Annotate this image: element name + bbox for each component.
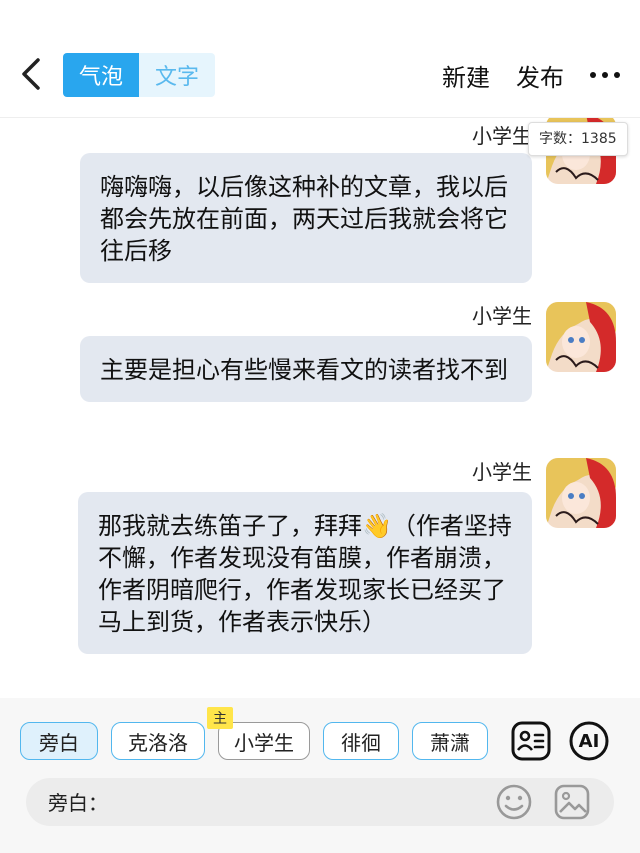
- avatar[interactable]: [546, 302, 616, 372]
- image-icon[interactable]: [552, 782, 592, 822]
- role-chip[interactable]: 萧潇: [412, 722, 488, 760]
- role-selector: 旁白 克洛洛 主 小学生 徘徊 萧潇: [20, 707, 501, 760]
- role-chip-label: 徘徊: [341, 730, 381, 755]
- main-role-tag: 主: [207, 707, 233, 729]
- role-chip-label: 旁白: [39, 730, 79, 755]
- back-arrow-icon[interactable]: [14, 54, 50, 94]
- tab-bubble[interactable]: 气泡: [63, 53, 139, 97]
- message-input-bar: 旁白：: [26, 778, 614, 826]
- publish-button[interactable]: 发布: [516, 58, 564, 93]
- speaker-name: 小学生: [472, 124, 532, 148]
- anime-girl-avatar-icon: [546, 302, 616, 372]
- chat-message: 小学生 那我就去练笛子了，拜拜👋（作者坚持不懈，作者发现没有笛膜，作者崩溃，作者…: [0, 454, 640, 694]
- avatar[interactable]: [546, 458, 616, 528]
- more-icon[interactable]: [590, 55, 620, 95]
- role-chip[interactable]: 主 小学生: [207, 707, 310, 760]
- ai-label: AI: [578, 730, 600, 752]
- speaker-name: 小学生: [472, 304, 532, 328]
- message-bubble[interactable]: 那我就去练笛子了，拜拜👋（作者坚持不懈，作者发现没有笛膜，作者崩溃，作者阴暗爬行…: [78, 492, 532, 654]
- role-chip-label: 小学生: [234, 730, 294, 755]
- message-bubble[interactable]: 主要是担心有些慢来看文的读者找不到: [80, 336, 532, 402]
- tab-text[interactable]: 文字: [139, 53, 215, 97]
- top-bar: 气泡 文字 新建 发布: [0, 0, 640, 118]
- top-actions: 新建 发布: [416, 55, 620, 95]
- composer-panel: 旁白 克洛洛 主 小学生 徘徊 萧潇 AI 旁白：: [0, 698, 640, 853]
- message-bubble[interactable]: 嗨嗨嗨，以后像这种补的文章，我以后都会先放在前面，两天过后我就会将它往后移: [80, 153, 532, 283]
- character-card-icon[interactable]: [510, 720, 552, 762]
- ai-button[interactable]: AI: [568, 720, 610, 762]
- anime-girl-avatar-icon: [546, 458, 616, 528]
- new-button[interactable]: 新建: [442, 58, 490, 93]
- chat-message: 小学生 主要是担心有些慢来看文的读者找不到: [0, 298, 640, 438]
- word-count-badge: 字数：1385: [528, 122, 628, 156]
- message-input[interactable]: [110, 784, 490, 820]
- role-chip[interactable]: 旁白: [20, 722, 98, 760]
- role-chip[interactable]: 徘徊: [323, 722, 399, 760]
- role-chip-label: 萧潇: [430, 730, 470, 755]
- role-chip[interactable]: 克洛洛: [111, 722, 205, 760]
- role-chip-label: 克洛洛: [128, 730, 188, 755]
- chat-area: 小学生 嗨嗨嗨，以后像这种补的文章，我以后都会先放在前面，两天过后我就会将它往后…: [0, 118, 640, 698]
- view-mode-toggle: 气泡 文字: [63, 53, 215, 97]
- emoji-icon[interactable]: [494, 782, 534, 822]
- current-speaker-label: 旁白：: [48, 791, 108, 815]
- speaker-name: 小学生: [472, 460, 532, 484]
